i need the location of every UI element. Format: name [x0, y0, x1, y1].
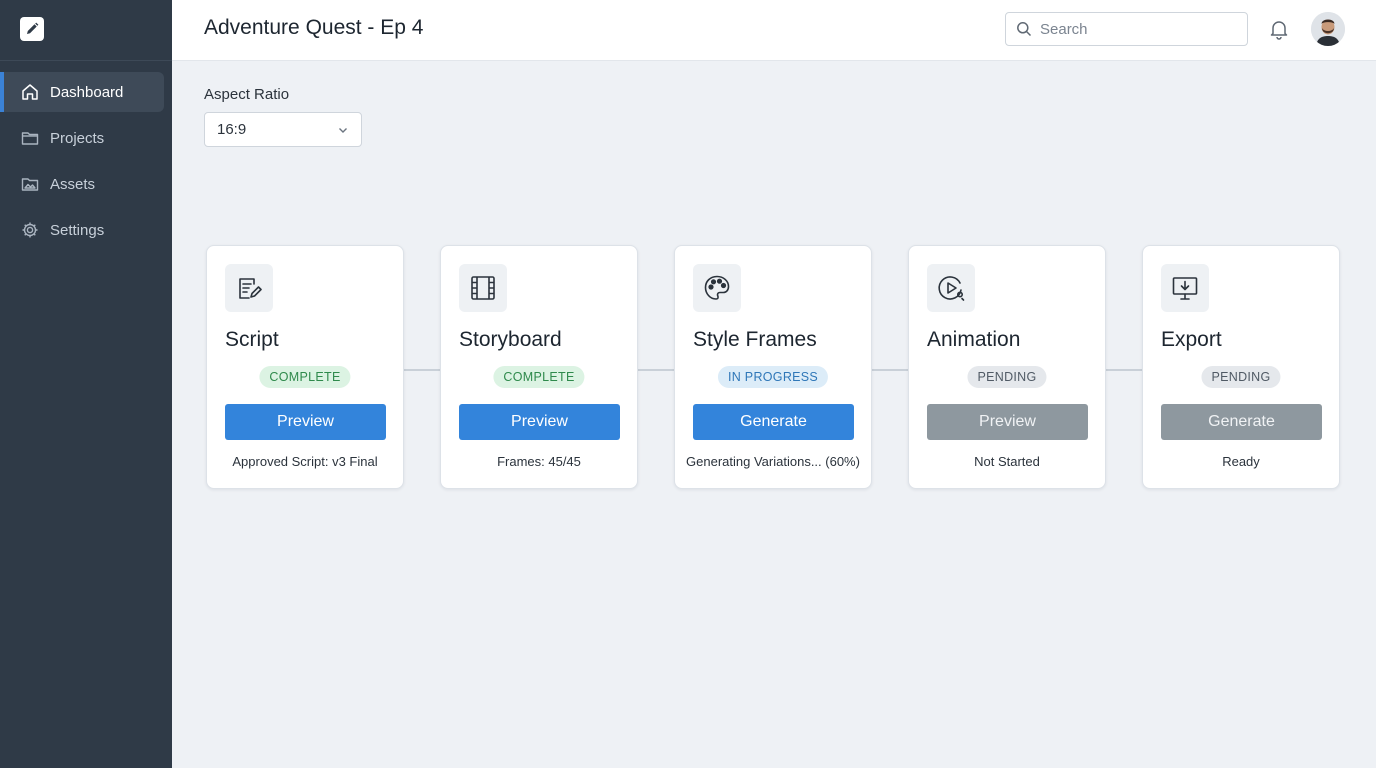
sidebar-nav: Dashboard Projects Assets Settings [0, 72, 172, 256]
pipeline-card-script: Script COMPLETE Preview Approved Script:… [206, 245, 404, 489]
aspect-ratio-select[interactable]: 16:9 [204, 112, 362, 147]
card-icon-container [225, 264, 273, 312]
pipeline-card-style-frames: Style Frames IN PROGRESS Generate Genera… [674, 245, 872, 489]
pipeline-card-animation: Animation PENDING Preview Not Started [908, 245, 1106, 489]
sidebar-item-assets[interactable]: Assets [0, 164, 164, 204]
card-icon-container [693, 264, 741, 312]
pencil-edit-icon [27, 22, 39, 34]
generate-button[interactable]: Generate [693, 404, 854, 440]
preview-button[interactable]: Preview [927, 404, 1088, 440]
image-folder-icon [21, 178, 39, 191]
card-title: Script [225, 328, 279, 351]
folder-icon [21, 132, 39, 145]
sidebar-item-label: Projects [50, 129, 105, 147]
palette-icon [704, 275, 730, 300]
play-motion-icon [938, 276, 965, 301]
script-edit-icon [239, 278, 262, 299]
chevron-down-icon [339, 127, 347, 133]
card-title: Animation [927, 328, 1021, 351]
status-badge: PENDING [1201, 366, 1281, 388]
user-avatar-icon [1311, 12, 1345, 46]
aspect-ratio-label: Aspect Ratio [204, 86, 290, 103]
bell-icon[interactable] [1268, 18, 1290, 40]
search-input[interactable] [1040, 20, 1230, 38]
preview-button[interactable]: Preview [459, 404, 620, 440]
status-badge: COMPLETE [493, 366, 585, 388]
sidebar: Dashboard Projects Assets Settings [0, 0, 172, 768]
sidebar-item-label: Settings [50, 221, 105, 239]
app-logo[interactable] [20, 17, 44, 41]
card-title: Export [1161, 328, 1222, 351]
card-status-text: Not Started [974, 454, 1040, 469]
generate-button[interactable]: Generate [1161, 404, 1322, 440]
pipeline-card-storyboard: Storyboard COMPLETE Preview Frames: 45/4… [440, 245, 638, 489]
preview-button[interactable]: Preview [225, 404, 386, 440]
sidebar-divider [0, 60, 172, 61]
pipeline-card-export: Export PENDING Generate Ready [1142, 245, 1340, 489]
card-title: Style Frames [693, 328, 817, 351]
monitor-download-icon [1172, 277, 1198, 300]
card-title: Storyboard [459, 328, 562, 351]
card-status-text: Ready [1222, 454, 1260, 469]
sidebar-item-settings[interactable]: Settings [0, 210, 164, 250]
card-status-text: Generating Variations... (60%) [686, 454, 860, 469]
sidebar-item-label: Assets [50, 175, 96, 193]
card-icon-container [927, 264, 975, 312]
card-status-text: Frames: 45/45 [497, 454, 581, 469]
film-strip-icon [471, 276, 495, 300]
search-box[interactable] [1005, 12, 1248, 46]
gear-icon [22, 222, 38, 238]
card-icon-container [1161, 264, 1209, 312]
card-icon-container [459, 264, 507, 312]
search-icon [1017, 22, 1032, 37]
sidebar-item-label: Dashboard [50, 83, 124, 101]
status-badge: IN PROGRESS [717, 366, 829, 388]
page-title: Adventure Quest - Ep 4 [204, 16, 424, 39]
avatar[interactable] [1311, 12, 1345, 46]
home-icon [22, 84, 38, 100]
sidebar-item-dashboard[interactable]: Dashboard [0, 72, 164, 112]
status-badge: PENDING [967, 366, 1047, 388]
top-header: Adventure Quest - Ep 4 [172, 0, 1376, 61]
card-status-text: Approved Script: v3 Final [232, 454, 378, 469]
status-badge: COMPLETE [259, 366, 351, 388]
sidebar-item-projects[interactable]: Projects [0, 118, 164, 158]
aspect-ratio-value: 16:9 [217, 121, 247, 138]
